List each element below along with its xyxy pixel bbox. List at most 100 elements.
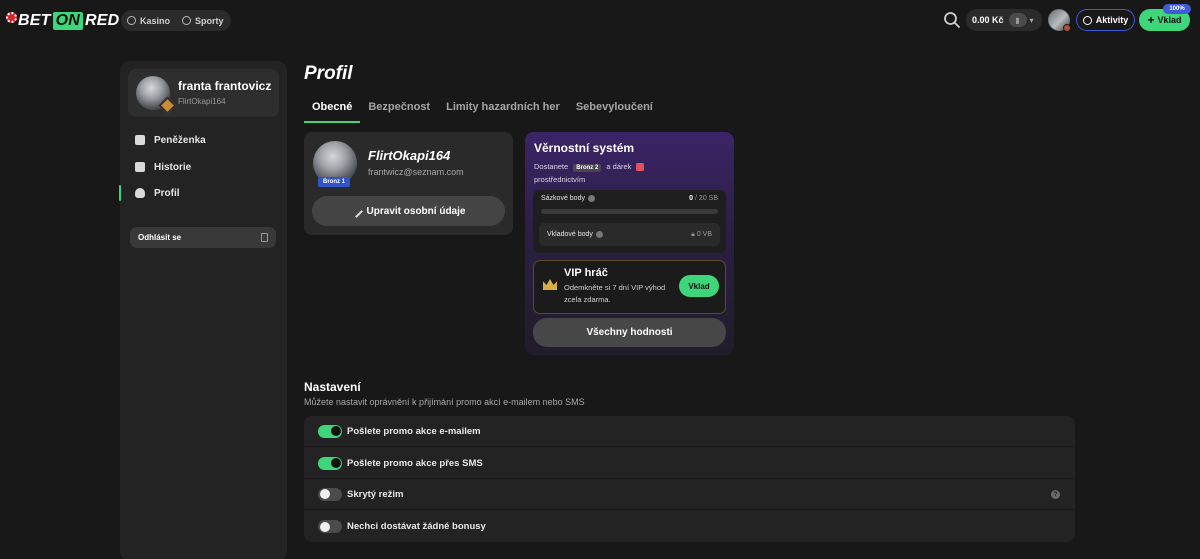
info-icon[interactable] <box>595 231 603 238</box>
rank-dot-icon <box>1063 24 1071 32</box>
page-title: Profil <box>304 63 353 84</box>
logo-on: ON <box>52 12 84 30</box>
tab-general[interactable]: Obecné <box>304 97 360 117</box>
sidebar: franta frantovicz FlirtOkapi164 Peněženk… <box>119 61 287 559</box>
toggle-knob <box>330 458 341 468</box>
balance-dropdown[interactable]: 0.00 Kč ▮ ▾ <box>966 9 1042 31</box>
history-icon <box>135 162 145 172</box>
plus-icon: + <box>1147 13 1155 27</box>
sports-ball-icon <box>182 16 192 25</box>
active-indicator <box>119 185 121 201</box>
sidebar-item-label: Historie <box>154 161 192 173</box>
tab-self-exclusion[interactable]: Sebevyloučení <box>568 97 661 117</box>
logout-icon <box>261 233 268 242</box>
activity-icon <box>1082 15 1092 25</box>
hidden-mode-toggle[interactable] <box>318 487 342 501</box>
loyalty-title: Věrnostní systém <box>534 141 635 155</box>
deposit-points-label: Vkladové body <box>547 231 593 238</box>
toggle-knob <box>330 426 341 436</box>
toggle-knob <box>319 521 330 532</box>
logo-bet: BET <box>18 12 51 29</box>
vip-title: VIP hráč <box>564 267 608 279</box>
user-handle: FlirtOkapi164 <box>178 97 226 106</box>
tab-underline <box>304 121 360 123</box>
sidebar-item-label: Profil <box>154 187 180 199</box>
promo-badge: 100% <box>1163 4 1191 14</box>
setting-label: Pošlete promo akce přes SMS <box>347 457 483 469</box>
person-icon <box>135 188 145 198</box>
deposit-points-label-wrap: Vkladové body <box>547 231 603 238</box>
settings-title: Nastavení <box>304 380 361 394</box>
setting-row-hidden-mode: Skrytý režim ? <box>304 479 1075 510</box>
edit-profile-label: Upravit osobní údaje <box>366 205 466 217</box>
tab-security[interactable]: Bezpečnost <box>360 97 438 117</box>
rank-diamond-icon <box>158 96 177 115</box>
balance-value: 0.00 Kč <box>972 15 1004 25</box>
loyalty-desc-line2: prostřednictvím <box>534 175 586 184</box>
deposit-points-value: 0 VB <box>696 231 712 238</box>
profile-email: frantwicz@seznam.com <box>368 167 464 177</box>
aktivity-label: Aktivity <box>1095 15 1129 25</box>
sidebar-item-profile[interactable]: Profil <box>135 185 180 201</box>
bet-points-value: 0 / 20 SB <box>689 195 718 202</box>
settings-list: Pošlete promo akce e-mailem Pošlete prom… <box>304 416 1075 542</box>
deposit-label: Vklad <box>1157 15 1182 25</box>
vip-deposit-button[interactable]: Vklad <box>679 275 719 297</box>
logo[interactable]: BET ON RED <box>6 10 119 32</box>
search-button[interactable] <box>943 11 961 29</box>
nav-sporty[interactable]: Sporty <box>182 16 224 26</box>
nav-kasino[interactable]: Kasino <box>127 16 170 26</box>
user-card: franta frantovicz FlirtOkapi164 <box>128 69 279 117</box>
loyalty-desc-after: a dárek <box>606 162 632 171</box>
sidebar-item-label: Peněženka <box>154 134 206 146</box>
user-name: franta frantovicz <box>178 79 272 93</box>
all-ranks-button[interactable]: Všechny hodnosti <box>533 318 726 347</box>
logout-button[interactable]: Odhlásit se <box>130 227 276 248</box>
setting-row-sms: Pošlete promo akce přes SMS <box>304 448 1075 479</box>
loyalty-description: Dostanete Bronz 2 a dárek prostřednictví… <box>534 161 714 186</box>
email-promo-toggle[interactable] <box>318 424 342 438</box>
help-icon[interactable]: ? <box>1051 489 1060 499</box>
settings-subtitle: Můžete nastavit oprávnění k přijímání pr… <box>304 397 585 407</box>
loyalty-desc-before: Dostanete <box>534 162 569 171</box>
sidebar-item-wallet[interactable]: Peněženka <box>135 132 206 148</box>
nav-kasino-label: Kasino <box>140 15 171 26</box>
chip-icon <box>6 11 17 23</box>
setting-label: Skrytý režim <box>347 488 404 500</box>
bet-points-label-wrap: Sázkové body <box>541 195 595 202</box>
no-bonus-toggle[interactable] <box>318 520 342 533</box>
toggle-knob <box>319 489 330 499</box>
profile-nickname: FlirtOkapi164 <box>368 148 451 163</box>
setting-row-email: Pošlete promo akce e-mailem <box>304 416 1075 447</box>
main-nav: Kasino Sporty <box>121 10 231 31</box>
setting-row-no-bonus: Nechci dostávat žádné bonusy <box>304 511 1075 542</box>
vip-description: Odemkněte si 7 dní VIP výhod zcela zdarm… <box>564 283 666 304</box>
search-icon <box>944 12 960 28</box>
profile-card: Bronz 1 FlirtOkapi164 frantwicz@seznam.c… <box>304 132 513 235</box>
nav-sporty-label: Sporty <box>195 15 224 26</box>
edit-profile-button[interactable]: Upravit osobní údaje <box>312 196 505 226</box>
sms-promo-toggle[interactable] <box>318 456 342 470</box>
casino-icon <box>127 16 136 25</box>
rank-badge: Bronz 1 <box>318 177 350 187</box>
pencil-icon <box>349 204 363 218</box>
loyalty-card: Věrnostní systém Dostanete Bronz 2 a dár… <box>525 132 734 355</box>
tier-badge: Bronz 2 <box>573 164 602 172</box>
top-bar: BET ON RED Kasino Sporty 0.00 Kč ▮ ▾ Akt… <box>0 0 1200 40</box>
info-icon[interactable] <box>587 195 595 202</box>
sidebar-item-history[interactable]: Historie <box>135 159 191 175</box>
logout-label: Odhlásit se <box>138 233 182 242</box>
aktivity-button[interactable]: Aktivity <box>1076 9 1135 31</box>
wallet-icon <box>135 135 145 145</box>
lock-icon: 🔒︎ <box>691 231 695 238</box>
chevron-down-icon: ▾ <box>1029 15 1034 25</box>
bet-points-label: Sázkové body <box>541 195 585 202</box>
deposit-points-row: Vkladové body 🔒︎ 0 VB <box>539 223 720 246</box>
tab-gambling-limits[interactable]: Limity hazardních her <box>438 97 568 117</box>
gift-icon: ▮ <box>1008 13 1027 27</box>
bet-points-total: / 20 SB <box>695 195 718 202</box>
user-avatar <box>136 76 177 115</box>
header-avatar[interactable] <box>1048 9 1071 32</box>
crown-icon <box>543 279 557 290</box>
deposit-points-value-wrap: 🔒︎ 0 VB <box>691 231 712 239</box>
